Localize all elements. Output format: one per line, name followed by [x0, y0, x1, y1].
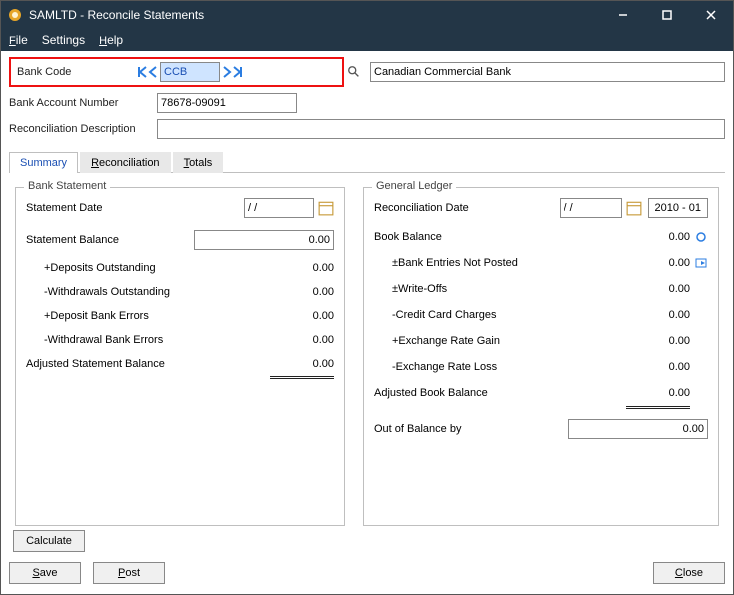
reconciliation-desc-input[interactable]	[157, 119, 725, 139]
minimize-button[interactable]	[601, 1, 645, 29]
bank-code-highlight: Bank Code	[9, 57, 344, 87]
exchange-rate-loss-label: -Exchange Rate Loss	[392, 361, 626, 373]
withdrawal-bank-errors-value: 0.00	[270, 334, 334, 346]
statement-balance-label: Statement Balance	[26, 234, 194, 246]
menu-help[interactable]: Help	[99, 33, 123, 47]
account-number-label: Bank Account Number	[9, 97, 157, 109]
post-button[interactable]: Post	[93, 562, 165, 584]
credit-card-charges-value: 0.00	[626, 309, 690, 321]
nav-next-icon[interactable]	[222, 66, 232, 78]
withdrawals-outstanding-value: 0.00	[270, 286, 334, 298]
deposit-bank-errors-label: +Deposit Bank Errors	[44, 310, 270, 322]
year-period-field[interactable]: 2010 - 01	[648, 198, 708, 218]
write-offs-value: 0.00	[626, 283, 690, 295]
nav-next-last	[222, 66, 243, 78]
exchange-rate-loss-value: 0.00	[626, 361, 690, 373]
titlebar: SAMLTD - Reconcile Statements	[1, 1, 733, 29]
bank-entries-not-posted-label: ±Bank Entries Not Posted	[392, 257, 626, 269]
adjusted-book-balance-value: 0.00	[626, 387, 690, 399]
bank-statement-title: Bank Statement	[24, 180, 110, 192]
window-title: SAMLTD - Reconcile Statements	[29, 8, 601, 22]
credit-card-charges-label: -Credit Card Charges	[392, 309, 626, 321]
close-button[interactable]: Close	[653, 562, 725, 584]
write-offs-label: ±Write-Offs	[392, 283, 626, 295]
statement-date-label: Statement Date	[26, 202, 244, 214]
withdrawals-outstanding-label: -Withdrawals Outstanding	[44, 286, 270, 298]
general-ledger-title: General Ledger	[372, 180, 456, 192]
content-area: Bank Code Bank Account Number	[1, 51, 733, 558]
adjusted-book-balance-label: Adjusted Book Balance	[374, 387, 626, 399]
menubar: File Settings Help	[1, 29, 733, 51]
footer-buttons: Save Post Close	[1, 558, 733, 594]
withdrawal-bank-errors-label: -Withdrawal Bank Errors	[44, 334, 270, 346]
book-balance-value: 0.00	[626, 231, 690, 243]
drilldown-icon[interactable]	[694, 256, 708, 270]
nav-prev-icon[interactable]	[148, 66, 158, 78]
menu-settings[interactable]: Settings	[42, 33, 85, 47]
nav-first-prev	[137, 66, 158, 78]
tab-totals[interactable]: Totals	[173, 152, 224, 173]
exchange-rate-gain-value: 0.00	[626, 335, 690, 347]
bank-entries-not-posted-value: 0.00	[626, 257, 690, 269]
adjusted-statement-balance-label: Adjusted Statement Balance	[26, 358, 270, 370]
out-of-balance-label: Out of Balance by	[374, 423, 568, 435]
tab-strip: Summary Reconciliation Totals	[9, 151, 725, 173]
save-button[interactable]: Save	[9, 562, 81, 584]
bank-code-label: Bank Code	[17, 66, 137, 78]
tab-reconciliation[interactable]: Reconciliation	[80, 152, 171, 173]
app-window: SAMLTD - Reconcile Statements File Setti…	[0, 0, 734, 595]
nav-first-icon[interactable]	[137, 66, 147, 78]
calculate-button[interactable]: Calculate	[13, 530, 85, 552]
refresh-icon[interactable]	[694, 230, 708, 244]
app-icon	[7, 7, 23, 23]
close-window-button[interactable]	[689, 1, 733, 29]
bank-name-field	[370, 62, 725, 82]
reconciliation-desc-label: Reconciliation Description	[9, 123, 157, 135]
menu-file[interactable]: File	[9, 33, 28, 47]
calendar-icon[interactable]	[626, 200, 642, 216]
tab-summary[interactable]: Summary	[9, 152, 78, 173]
out-of-balance-input	[568, 419, 708, 439]
adjusted-statement-balance-value: 0.00	[270, 358, 334, 370]
statement-date-input[interactable]	[244, 198, 314, 218]
adjusted-statement-separator	[270, 376, 334, 379]
adjusted-book-separator	[626, 406, 690, 409]
calendar-icon[interactable]	[318, 200, 334, 216]
bank-name-input[interactable]	[370, 62, 725, 82]
account-number-input[interactable]	[157, 93, 297, 113]
deposit-bank-errors-value: 0.00	[270, 310, 334, 322]
reconciliation-date-input[interactable]	[560, 198, 622, 218]
book-balance-label: Book Balance	[374, 231, 626, 243]
exchange-rate-gain-label: +Exchange Rate Gain	[392, 335, 626, 347]
deposits-outstanding-value: 0.00	[270, 262, 334, 274]
nav-last-icon[interactable]	[233, 66, 243, 78]
bank-code-input[interactable]	[160, 62, 220, 82]
bank-statement-group: Bank Statement Statement Date Statement …	[15, 187, 345, 526]
maximize-button[interactable]	[645, 1, 689, 29]
deposits-outstanding-label: +Deposits Outstanding	[44, 262, 270, 274]
statement-balance-input[interactable]	[194, 230, 334, 250]
general-ledger-group: General Ledger Reconciliation Date 2010 …	[363, 187, 719, 526]
reconciliation-date-label: Reconciliation Date	[374, 202, 560, 214]
lookup-button[interactable]	[346, 64, 362, 80]
